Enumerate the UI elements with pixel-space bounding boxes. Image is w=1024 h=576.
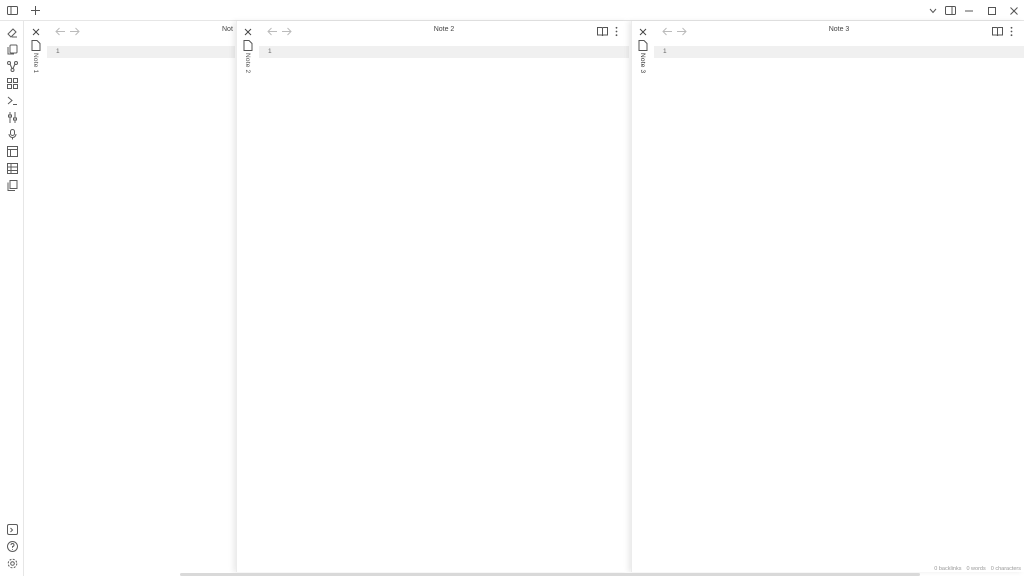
terminal-icon[interactable] — [4, 92, 20, 108]
view-title[interactable]: Not — [222, 26, 235, 33]
dashboard-icon[interactable] — [4, 75, 20, 91]
view-header: Not — [47, 21, 235, 42]
view-title[interactable]: Note 2 — [259, 26, 629, 33]
copy-icon[interactable] — [4, 41, 20, 57]
minimize-button[interactable] — [958, 0, 980, 21]
close-icon[interactable] — [242, 26, 254, 38]
status-bar: 0 backlinks 0 words 0 characters — [934, 566, 1021, 572]
note-pane-1: Note 1 Not 1 — [25, 21, 235, 572]
sliders-icon[interactable] — [4, 109, 20, 125]
line-number: 1 — [56, 48, 60, 55]
vault-icon[interactable] — [4, 521, 20, 537]
pane-spine: Note 3 — [632, 21, 654, 572]
pane-spine-title[interactable]: Note 3 — [639, 53, 646, 73]
note-pane-3: Note 3 Note 3 1 — [631, 21, 1024, 572]
character-count: 0 characters — [990, 566, 1021, 572]
reading-view-icon[interactable] — [597, 26, 608, 37]
minimize-icon — [965, 10, 973, 11]
settings-icon[interactable] — [4, 555, 20, 571]
view-title[interactable]: Note 3 — [654, 26, 1024, 33]
close-icon[interactable] — [637, 26, 649, 38]
reading-view-icon[interactable] — [992, 26, 1003, 37]
pane-spine: Note 1 — [25, 21, 47, 572]
backlinks-count[interactable]: 0 backlinks — [934, 566, 961, 572]
close-icon — [1010, 6, 1018, 15]
document-icon — [243, 40, 253, 51]
chevron-down-icon[interactable] — [926, 0, 940, 21]
pane-spine-title[interactable]: Note 2 — [244, 53, 251, 73]
files-icon[interactable] — [4, 177, 20, 193]
more-options-icon[interactable] — [1006, 26, 1017, 37]
pane-spine-title[interactable]: Note 1 — [32, 53, 39, 73]
help-icon[interactable] — [4, 538, 20, 554]
layout-icon[interactable] — [4, 143, 20, 159]
more-options-icon[interactable] — [611, 26, 622, 37]
eraser-icon[interactable] — [4, 24, 20, 40]
left-ribbon — [0, 21, 24, 576]
word-count: 0 words — [966, 566, 986, 572]
pane-spine: Note 2 — [237, 21, 259, 572]
line-number: 1 — [663, 48, 667, 55]
editor-active-line[interactable]: 1 — [47, 46, 235, 58]
document-icon — [638, 40, 648, 51]
graph-icon[interactable] — [4, 58, 20, 74]
maximize-button[interactable] — [981, 0, 1003, 21]
editor-active-line[interactable]: 1 — [654, 46, 1024, 58]
maximize-icon — [988, 6, 996, 15]
forward-arrow-icon[interactable] — [69, 26, 80, 37]
view-header: Note 2 — [259, 21, 629, 42]
table-icon[interactable] — [4, 160, 20, 176]
document-icon — [31, 40, 41, 51]
window-close-button[interactable] — [1004, 0, 1024, 21]
plus-icon[interactable] — [28, 0, 42, 21]
view-header: Note 3 — [654, 21, 1024, 42]
microphone-icon[interactable] — [4, 126, 20, 142]
title-bar — [0, 0, 1024, 21]
line-number: 1 — [268, 48, 272, 55]
editor-active-line[interactable]: 1 — [259, 46, 629, 58]
close-icon[interactable] — [30, 26, 42, 38]
sidebar-left-icon[interactable] — [4, 0, 20, 21]
sidebar-right-icon[interactable] — [943, 0, 957, 21]
back-arrow-icon[interactable] — [55, 26, 66, 37]
note-pane-2: Note 2 Note 2 1 — [236, 21, 629, 572]
